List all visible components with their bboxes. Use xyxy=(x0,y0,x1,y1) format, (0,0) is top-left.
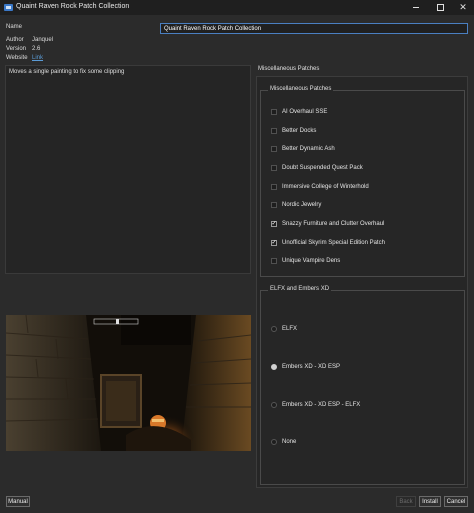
cancel-button[interactable]: Cancel xyxy=(444,496,468,507)
option-label: None xyxy=(282,439,297,445)
checkbox-icon[interactable] xyxy=(271,202,277,208)
checkbox-icon[interactable] xyxy=(271,165,277,171)
website-link[interactable]: Link xyxy=(32,55,43,61)
option-label: Unofficial Skyrim Special Edition Patch xyxy=(282,240,385,246)
install-button[interactable]: Install xyxy=(419,496,441,507)
option-label: Nordic Jewelry xyxy=(282,202,322,208)
option-label: Immersive College of Winterhold xyxy=(282,184,369,190)
option-label: Unique Vampire Dens xyxy=(282,258,341,264)
version-value: 2.6 xyxy=(32,46,41,52)
option-nordic-jewelry[interactable]: Nordic Jewelry xyxy=(271,202,321,208)
option-doubt-suspended[interactable]: Doubt Suspended Quest Pack xyxy=(271,165,363,171)
back-button[interactable]: Back xyxy=(396,496,416,507)
description-text: Moves a single painting to fix some clip… xyxy=(9,69,125,75)
checkbox-icon[interactable] xyxy=(271,128,277,134)
option-label: AI Overhaul SSE xyxy=(282,109,328,115)
option-better-docks[interactable]: Better Docks xyxy=(271,128,316,134)
maximize-icon[interactable] xyxy=(429,0,451,15)
screenshot-scene-icon xyxy=(6,315,251,451)
radio-icon[interactable] xyxy=(271,402,277,408)
author-value: Janquel xyxy=(32,37,54,43)
option-unique-vampire-dens[interactable]: Unique Vampire Dens xyxy=(271,258,340,264)
option-immersive-college[interactable]: Immersive College of Winterhold xyxy=(271,184,369,190)
checkbox-icon[interactable] xyxy=(271,109,277,115)
mod-screenshot xyxy=(6,315,251,451)
window-title: Quaint Raven Rock Patch Collection xyxy=(16,3,130,10)
option-ai-overhaul[interactable]: AI Overhaul SSE xyxy=(271,109,327,115)
option-label: Doubt Suspended Quest Pack xyxy=(282,165,363,171)
close-icon[interactable]: ✕ xyxy=(452,0,474,15)
option-label: Embers XD - XD ESP xyxy=(282,364,341,370)
misc-patches-group-title: Miscellaneous Patches xyxy=(268,86,334,92)
name-label: Name xyxy=(6,24,23,30)
app-icon xyxy=(4,4,13,11)
radio-icon[interactable] xyxy=(271,326,277,332)
option-label: Embers XD - XD ESP - ELFX xyxy=(282,402,361,408)
option-label: ELFX xyxy=(282,326,298,332)
radio-selected-icon[interactable] xyxy=(271,364,277,370)
manual-button[interactable]: Manual xyxy=(6,496,30,507)
version-label: Version xyxy=(6,46,27,52)
radio-option-none[interactable]: None xyxy=(271,439,296,445)
panel-title: Miscellaneous Patches xyxy=(258,66,320,72)
option-better-dynamic-ash[interactable]: Better Dynamic Ash xyxy=(271,146,335,152)
option-label: Snazzy Furniture and Clutter Overhaul xyxy=(282,221,385,227)
option-label: Better Docks xyxy=(282,128,317,134)
checkmark-icon[interactable]: ✓ xyxy=(271,240,277,246)
radio-option-elfx[interactable]: ELFX xyxy=(271,326,297,332)
website-label: Website xyxy=(6,55,28,61)
radio-option-embers-xd-elfx[interactable]: Embers XD - XD ESP - ELFX xyxy=(271,402,360,408)
description-box: Moves a single painting to fix some clip… xyxy=(5,65,251,274)
minimize-icon[interactable] xyxy=(405,0,427,15)
option-ussep[interactable]: ✓ Unofficial Skyrim Special Edition Patc… xyxy=(271,240,385,246)
radio-option-embers-xd[interactable]: Embers XD - XD ESP xyxy=(271,364,340,370)
radio-icon[interactable] xyxy=(271,439,277,445)
elfx-embers-group-title: ELFX and Embers XD xyxy=(268,286,332,292)
option-label: Better Dynamic Ash xyxy=(282,146,335,152)
checkbox-icon[interactable] xyxy=(271,258,277,264)
checkbox-icon[interactable] xyxy=(271,146,277,152)
option-snazzy-furniture[interactable]: ✓ Snazzy Furniture and Clutter Overhaul xyxy=(271,221,384,227)
checkmark-icon[interactable]: ✓ xyxy=(271,221,277,227)
elfx-embers-group xyxy=(260,290,465,485)
author-label: Author xyxy=(6,37,24,43)
checkbox-icon[interactable] xyxy=(271,184,277,190)
name-field[interactable]: Quaint Raven Rock Patch Collection xyxy=(160,23,468,34)
